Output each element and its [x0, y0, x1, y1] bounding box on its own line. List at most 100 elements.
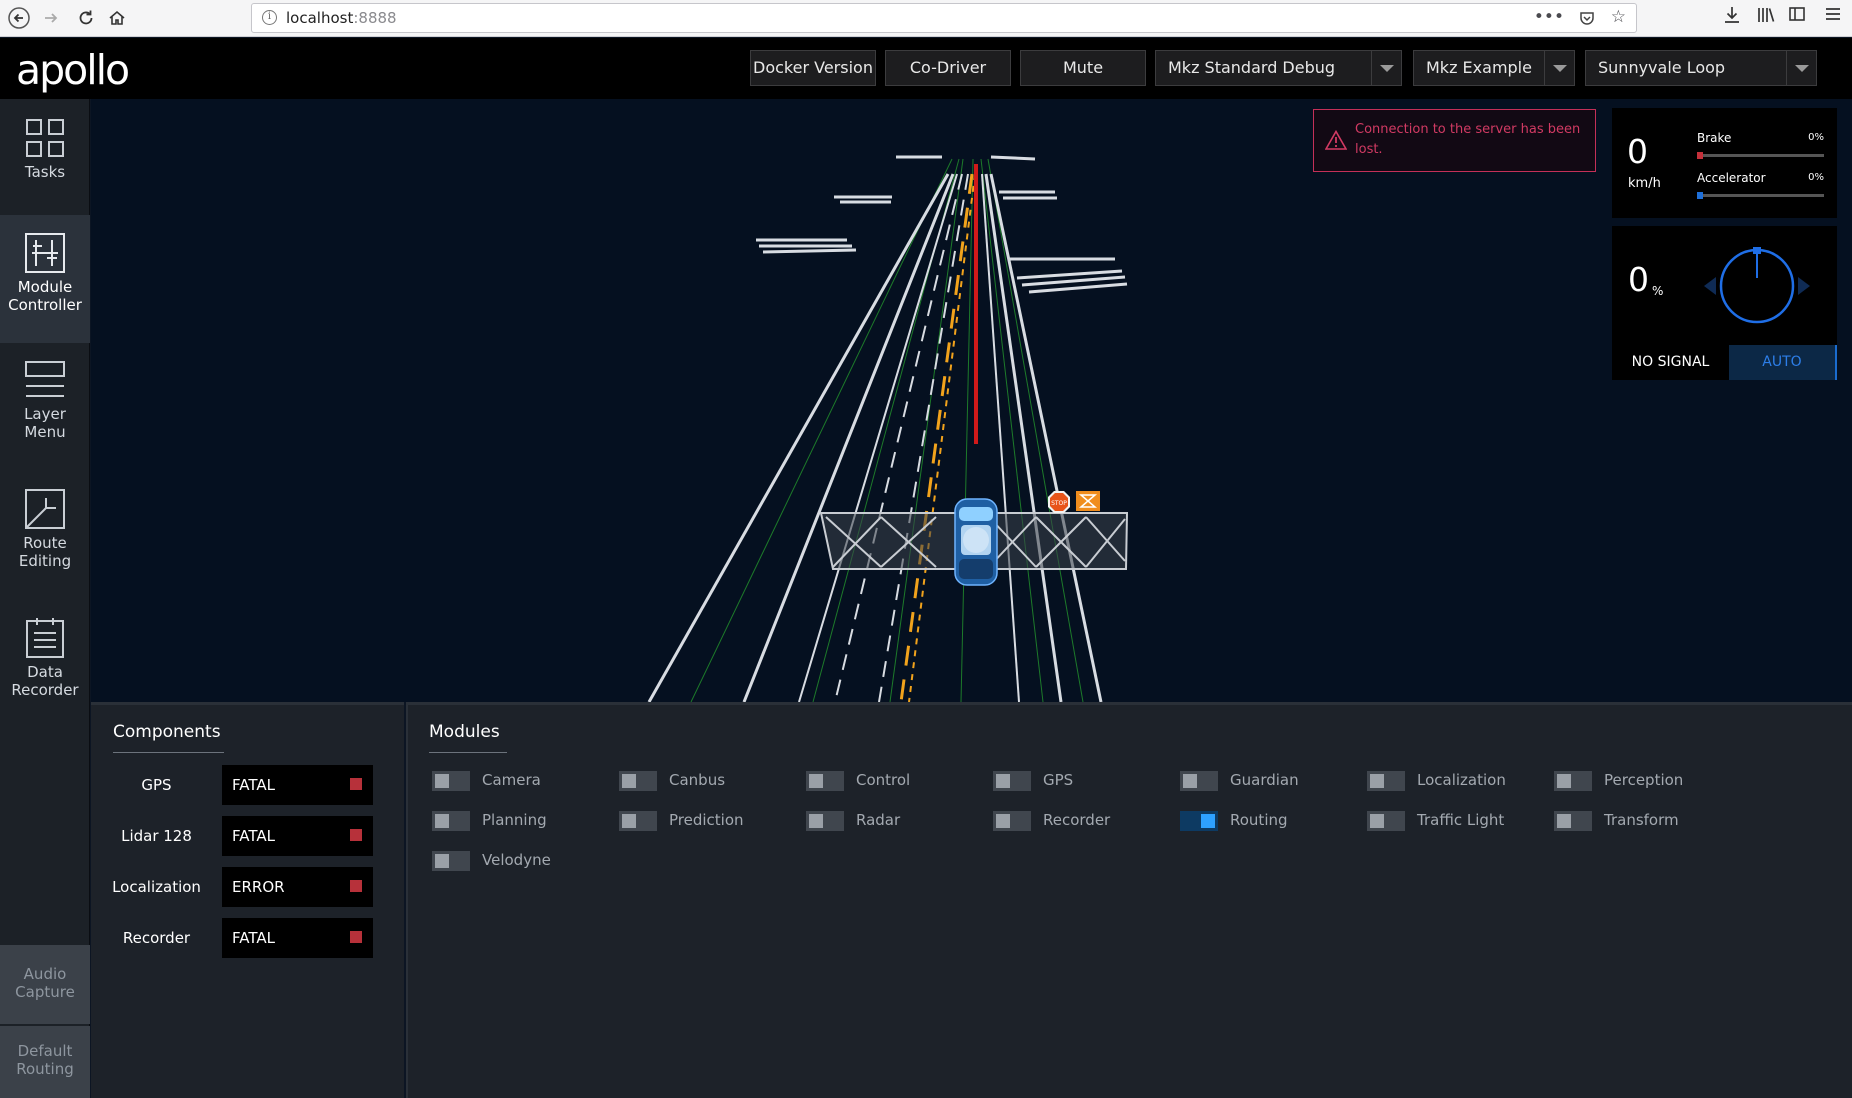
toggle-switch[interactable]	[619, 771, 657, 791]
mode-select[interactable]: Mkz Standard Debug	[1155, 50, 1402, 86]
component-status-text: FATAL	[232, 929, 275, 947]
sidebar-item-tasks[interactable]: Tasks	[0, 117, 90, 215]
browser-toolbar: i localhost:8888 ••• ☆	[0, 0, 1852, 37]
toggle-switch[interactable]	[993, 771, 1031, 791]
sidebar-item-layer-menu[interactable]: Layer Menu	[0, 359, 90, 469]
tasks-icon	[26, 119, 64, 157]
chevron-down-icon[interactable]	[1544, 51, 1574, 85]
speed-unit: km/h	[1628, 176, 1661, 191]
component-status: FATAL	[222, 765, 373, 805]
component-name: Recorder	[122, 929, 191, 947]
component-row-localization: Localization ERROR	[91, 867, 404, 907]
brake-label: Brake	[1697, 131, 1732, 145]
speed-value: 0	[1627, 132, 1648, 171]
stop-sign-label: STOP	[1051, 500, 1067, 507]
forward-icon[interactable]	[37, 5, 65, 31]
map-select-value: Sunnyvale Loop	[1598, 58, 1726, 77]
toggle-switch[interactable]	[619, 811, 657, 831]
module-label: Planning	[482, 811, 547, 829]
component-name: Lidar 128	[121, 827, 192, 845]
component-status: FATAL	[222, 918, 373, 958]
url-bar[interactable]: i localhost:8888 ••• ☆	[251, 3, 1637, 33]
module-controller-icon	[25, 233, 65, 273]
status-indicator-icon	[350, 829, 362, 841]
menu-icon[interactable]	[1824, 5, 1842, 28]
component-row-lidar: Lidar 128 FATAL	[91, 816, 404, 856]
library-icon[interactable]	[1756, 5, 1776, 30]
chevron-down-icon[interactable]	[1371, 51, 1401, 85]
sidebar-item-module-controller[interactable]: Module Controller	[0, 215, 90, 343]
accelerator-percent: 0%	[1808, 172, 1824, 183]
map-select[interactable]: Sunnyvale Loop	[1585, 50, 1817, 86]
sidebar-item-label: Layer	[24, 405, 66, 423]
module-label: Velodyne	[482, 851, 551, 869]
reload-icon[interactable]	[72, 5, 100, 31]
component-name: Localization	[112, 878, 201, 896]
sidebar: Tasks Module Controller Layer Menu Route…	[0, 99, 90, 1098]
sidebar-item-default-routing[interactable]: Default Routing	[0, 1026, 90, 1098]
sidebar-item-route-editing[interactable]: Route Editing	[0, 488, 90, 598]
layer-menu-icon	[25, 361, 65, 397]
mode-select-value: Mkz Standard Debug	[1168, 58, 1336, 77]
signal-row: NO SIGNAL AUTO	[1612, 345, 1837, 380]
hourglass-icon	[1076, 491, 1100, 511]
module-label: Canbus	[669, 771, 726, 789]
toggle-switch[interactable]	[432, 811, 470, 831]
component-row-recorder: Recorder FATAL	[91, 918, 404, 958]
component-status: FATAL	[222, 816, 373, 856]
pocket-icon[interactable]	[1578, 7, 1596, 33]
downloads-icon[interactable]	[1723, 5, 1741, 30]
toggle-switch[interactable]	[1554, 771, 1592, 791]
brake-bar-fill	[1697, 152, 1703, 159]
vehicle-select-value: Mkz Example	[1426, 58, 1532, 77]
steering-panel: 0 %	[1612, 226, 1837, 345]
mute-button[interactable]: Mute	[1020, 50, 1146, 86]
module-label: Routing	[1230, 811, 1288, 829]
component-row-gps: GPS FATAL	[91, 765, 404, 805]
sidebar-item-label: Controller	[8, 296, 82, 314]
toggle-switch[interactable]	[1180, 811, 1218, 831]
docker-version-button[interactable]: Docker Version	[750, 50, 876, 86]
apollo-logo: apollo	[16, 46, 130, 94]
page-actions-icon[interactable]: •••	[1534, 7, 1564, 27]
chevron-down-icon[interactable]	[1786, 51, 1816, 85]
scene-view[interactable]: STOP	[91, 99, 1852, 702]
sidebar-item-label: Default	[17, 1042, 73, 1060]
connection-alert: Connection to the server has been lost.	[1313, 109, 1596, 172]
right-turn-signal-icon	[1798, 277, 1810, 295]
back-icon[interactable]	[5, 5, 33, 31]
module-label: Camera	[482, 771, 541, 789]
sidebar-toggle-icon[interactable]	[1788, 5, 1806, 28]
module-label: Recorder	[1043, 811, 1111, 829]
sidebar-item-label: Menu	[24, 423, 66, 441]
toggle-switch[interactable]	[432, 771, 470, 791]
toggle-switch[interactable]	[806, 811, 844, 831]
status-indicator-icon	[350, 931, 362, 943]
toggle-switch[interactable]	[993, 811, 1031, 831]
module-label: GPS	[1043, 771, 1074, 789]
home-icon[interactable]	[103, 5, 131, 31]
vehicle-select[interactable]: Mkz Example	[1413, 50, 1575, 86]
sidebar-item-data-recorder[interactable]: Data Recorder	[0, 617, 90, 727]
co-driver-button[interactable]: Co-Driver	[885, 50, 1011, 86]
alert-message: Connection to the server has been lost.	[1355, 122, 1581, 157]
component-name: GPS	[141, 776, 172, 794]
toggle-switch[interactable]	[806, 771, 844, 791]
site-info-icon[interactable]: i	[262, 10, 277, 25]
toggle-switch[interactable]	[1554, 811, 1592, 831]
toggle-switch[interactable]	[432, 851, 470, 871]
toggle-switch[interactable]	[1180, 771, 1218, 791]
module-label: Localization	[1417, 771, 1506, 789]
accelerator-bar-fill	[1697, 192, 1703, 199]
component-status-text: ERROR	[232, 878, 285, 896]
toggle-switch[interactable]	[1367, 771, 1405, 791]
sidebar-item-label: Route	[23, 534, 67, 552]
module-label: Traffic Light	[1417, 811, 1505, 829]
bookmark-star-icon[interactable]: ☆	[1611, 7, 1626, 27]
toggle-switch[interactable]	[1367, 811, 1405, 831]
sidebar-item-audio-capture[interactable]: Audio Capture	[0, 945, 90, 1024]
modules-title: Modules	[429, 722, 507, 753]
module-label: Radar	[856, 811, 901, 829]
components-panel: Components GPS FATAL Lidar 128 FATAL Loc…	[91, 702, 404, 1098]
module-label: Prediction	[669, 811, 744, 829]
